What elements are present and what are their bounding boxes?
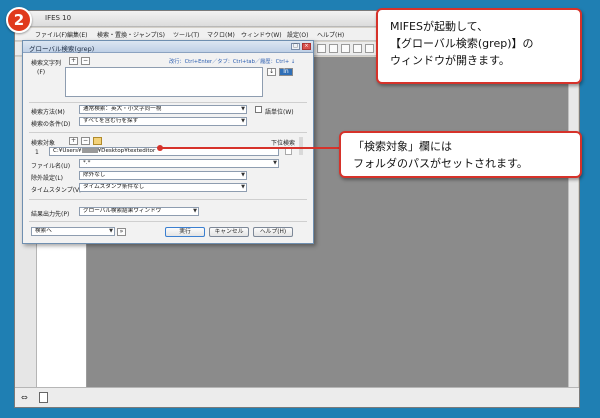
search-to-arrow-icon[interactable]: »: [117, 228, 126, 236]
callout-mid-line-1: 「検索対象」欄には: [353, 140, 452, 153]
grep-dialog-title: グローバル検索(grep): [29, 45, 95, 53]
navigation-arrows-icon[interactable]: ⇔: [21, 393, 31, 403]
search-method-value: 通常検索：英大・小文字同一視: [83, 106, 162, 112]
menu-macro[interactable]: マクロ(M): [207, 30, 235, 39]
redacted-username: [81, 148, 98, 153]
timestamp-value: タイムスタンプ条件なし: [83, 184, 145, 190]
execute-button[interactable]: 実行: [165, 227, 205, 237]
filename-select[interactable]: *.* ▼: [79, 159, 279, 168]
filename-label: ファイル名(U): [31, 163, 71, 170]
callout-top-line-2: 【グローバル検索(grep)】の: [390, 37, 534, 50]
document-icon[interactable]: [39, 392, 48, 403]
chevron-down-icon: ▼: [241, 106, 245, 112]
chevron-down-icon: ▼: [273, 160, 277, 166]
help-button[interactable]: ヘルプ(H): [253, 227, 293, 237]
menu-tools[interactable]: ツール(T): [173, 30, 199, 39]
callout-top-line-1: MIFESが起動して、: [390, 20, 489, 33]
target-path-suffix: ¥Desktop¥texteditor: [97, 148, 156, 154]
remove-row-icon[interactable]: −: [81, 57, 90, 65]
cancel-button[interactable]: キャンセル: [209, 227, 249, 237]
menu-search[interactable]: 検索・置換・ジャンプ(S): [97, 30, 165, 39]
search-to-value: 検索へ: [35, 228, 52, 234]
mifes-statusbar: ⇔: [15, 387, 579, 407]
vertical-scrollbar[interactable]: [568, 57, 578, 387]
search-string-label: 検索文字列: [31, 60, 62, 67]
chevron-down-icon: ▼: [241, 184, 245, 190]
chevron-down-icon: ▼: [193, 208, 197, 214]
subfolder-checkbox[interactable]: [285, 148, 292, 155]
menu-settings[interactable]: 設定(O): [287, 30, 308, 39]
callout-pointer-line: [160, 147, 341, 149]
grep-dialog: グローバル検索(grep) □ × 検索文字列 + − 改行：Ctrl+Ente…: [22, 40, 314, 244]
toolbar-find-icon[interactable]: [341, 44, 350, 53]
timestamp-label: タイムスタンプ(V): [31, 187, 82, 194]
exclude-select[interactable]: 除外なし ▼: [79, 171, 247, 180]
section-divider: [29, 132, 307, 133]
filename-value: *.*: [83, 160, 91, 166]
dialog-close-button[interactable]: ×: [302, 43, 311, 50]
chevron-down-icon: ▼: [109, 228, 113, 234]
callout-mid-line-2: フォルダのパスがセットされます。: [353, 157, 528, 170]
exclude-value: 除外なし: [83, 172, 106, 178]
section-divider: [29, 102, 307, 103]
timestamp-select[interactable]: タイムスタンプ条件なし ▼: [79, 183, 247, 192]
regex-toggle-icon[interactable]: ln: [279, 68, 293, 76]
history-icon[interactable]: ↓: [267, 68, 276, 76]
target-remove-icon[interactable]: −: [81, 137, 90, 145]
menu-edit[interactable]: 編集(E): [67, 30, 87, 39]
target-add-icon[interactable]: +: [69, 137, 78, 145]
search-to-select[interactable]: 検索へ ▼: [31, 227, 115, 236]
section-divider: [29, 199, 307, 200]
step-number-badge: 2: [6, 7, 32, 33]
search-string-input[interactable]: [65, 67, 263, 97]
dialog-restore-icon[interactable]: □: [291, 43, 300, 50]
target-list-scrollbar[interactable]: [299, 137, 303, 155]
menu-file[interactable]: ファイル(F): [35, 30, 67, 39]
target-path-prefix: C:¥Users¥: [53, 148, 82, 154]
toolbar-paste-icon[interactable]: [329, 44, 338, 53]
callout-top-line-3: ウィンドウが開きます。: [390, 54, 510, 67]
toolbar-replace-icon[interactable]: [353, 44, 362, 53]
callout-dialog-opened: MIFESが起動して、 【グローバル検索(grep)】の ウィンドウが開きます。: [376, 8, 582, 84]
toolbar-jump-icon[interactable]: [365, 44, 374, 53]
add-row-icon[interactable]: +: [69, 57, 78, 65]
callout-target-path: 「検索対象」欄には フォルダのパスがセットされます。: [339, 131, 582, 178]
output-value: グローバル検索結果ウィンドウ: [83, 208, 162, 214]
search-method-select[interactable]: 通常検索：英大・小文字同一視 ▼: [79, 105, 247, 114]
search-condition-select[interactable]: すべてを含む行を探す ▼: [79, 117, 247, 126]
search-condition-value: すべてを含む行を探す: [83, 118, 139, 124]
chevron-down-icon: ▼: [241, 118, 245, 124]
folder-icon[interactable]: [93, 137, 102, 145]
chevron-down-icon: ▼: [241, 172, 245, 178]
menu-window[interactable]: ウィンドウ(W): [241, 30, 282, 39]
menu-help[interactable]: ヘルプ(H): [317, 30, 344, 39]
exclude-label: 除外設定(L): [31, 175, 64, 182]
search-string-sub-label: (F): [37, 69, 46, 76]
search-string-hint: 改行：Ctrl+Enter／タブ：Ctrl+tab／履歴：Ctrl+ ↓: [169, 59, 296, 65]
search-condition-label: 検索の条件(D): [31, 121, 71, 128]
target-row-number: 1: [35, 149, 39, 156]
section-divider: [29, 221, 307, 222]
target-label: 検索対象: [31, 140, 56, 147]
mifes-title: IFES 10: [45, 14, 72, 22]
toolbar-copy-icon[interactable]: [317, 44, 326, 53]
whole-word-checkbox[interactable]: [255, 106, 262, 113]
search-method-label: 検索方法(M): [31, 109, 65, 116]
subfolder-label: 下位検索: [271, 140, 296, 147]
whole-word-label: 語単位(W): [265, 109, 294, 116]
grep-dialog-titlebar[interactable]: グローバル検索(grep) □ ×: [23, 41, 313, 53]
output-label: 結果出力先(P): [31, 211, 70, 218]
output-select[interactable]: グローバル検索結果ウィンドウ ▼: [79, 207, 199, 216]
